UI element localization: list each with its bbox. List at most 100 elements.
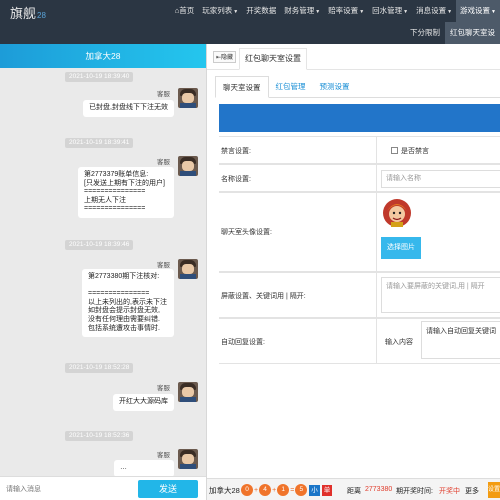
mute-setting-value: 是否禁言 (377, 137, 500, 163)
avatar-setting-label-text: 聊天室头像设置: (221, 229, 272, 236)
room-name: 加拿大28 (209, 486, 240, 495)
message-sender: 客服 (157, 262, 170, 269)
filter-keywords-textarea[interactable]: 请输入要屏蔽的关键词,用 | 隔开 (381, 277, 500, 313)
settings-button[interactable]: 设置 (488, 482, 500, 498)
chat-title: 加拿大28 (0, 44, 206, 68)
avatar-setting-value: 选择图片 (377, 193, 500, 271)
subnav-redpacket-chat[interactable]: 红包聊天室设 (445, 22, 500, 44)
result-operator: + (254, 486, 259, 494)
brand-version: 28 (37, 11, 46, 20)
message-sender: 客服 (157, 159, 170, 166)
message-timestamp: 2021-10-19 18:39:41 (65, 138, 134, 148)
nav-odds[interactable]: 赔率设置▼ (324, 0, 368, 22)
message-sender: 客服 (157, 91, 170, 98)
chat-message-input[interactable] (6, 481, 126, 497)
caret-down-icon: ▼ (359, 9, 365, 15)
autoreply-setting-value: 输入内容 请输入自动回复关键词 (377, 319, 500, 363)
sub-nav: 下分限制 红包聊天室设 (405, 22, 500, 44)
autoreply-setting-row: 自动回复设置: 输入内容 请输入自动回复关键词 (219, 318, 500, 364)
nickname-input[interactable]: 请输入名称 (381, 170, 500, 188)
autoreply-setting-label: 自动回复设置: (219, 319, 377, 363)
page-tab-redpacket-chat[interactable]: 红包聊天室设置 (239, 48, 307, 70)
mute-setting-row: 禁言设置: 是否禁言 (219, 136, 500, 164)
nav-messages[interactable]: 消息设置▼ (412, 0, 456, 22)
nav-home-label: 首页 (179, 6, 195, 15)
chat-messages[interactable]: 2021-10-19 18:39:40 客服 已封盘,封盘线下下注无效 2021… (0, 68, 206, 476)
settings-panel: ⇤隐藏 红包聊天室设置 聊天室设置 红包管理 预测设置 禁言设置: 是否禁言 名… (207, 44, 500, 500)
result-ball: 0 (241, 484, 253, 496)
message-bubble: 开红大大源码库 (113, 394, 174, 411)
tab-redpacket-management[interactable]: 红包管理 (269, 76, 313, 98)
message-sender: 客服 (157, 452, 170, 459)
send-button[interactable]: 发送 (138, 480, 198, 498)
tab-prediction-settings[interactable]: 预测设置 (313, 76, 357, 98)
last-draw-result: 0 + 4 + 1 = 5 小 单 (241, 484, 333, 496)
nav-finance-label: 财务管理 (284, 6, 315, 15)
result-sum-ball: 5 (295, 484, 308, 496)
avatar (178, 449, 198, 469)
mute-setting-label: 禁言设置: (219, 137, 377, 163)
mute-setting-label-text: 禁言设置: (221, 148, 251, 155)
result-ball: 4 (259, 484, 272, 496)
tab-chatroom-settings[interactable]: 聊天室设置 (215, 76, 269, 98)
avatar (178, 259, 198, 279)
autoreply-keyword-input[interactable]: 请输入自动回复关键词 (421, 321, 500, 359)
caret-down-icon: ▼ (491, 9, 496, 15)
hide-sidebar-button[interactable]: ⇤隐藏 (213, 51, 237, 63)
form-header-bar (219, 104, 500, 132)
nav-finance[interactable]: 财务管理▼ (280, 0, 324, 22)
nickname-setting-row: 名称设置: 请输入名称 (219, 164, 500, 192)
page-tab-bar: ⇤隐藏 红包聊天室设置 (207, 44, 500, 70)
result-tag-odd: 单 (321, 484, 333, 496)
nav-rebate[interactable]: 回水管理▼ (368, 0, 412, 22)
sub-navbar: 下分限制 红包聊天室设 (0, 22, 500, 44)
nav-lottery-data[interactable]: 开奖数据 (242, 0, 280, 22)
avatar-setting-row: 聊天室头像设置: 选择图片 (219, 192, 500, 272)
nav-home[interactable]: ⌂首页 (171, 0, 199, 22)
result-operator: = (290, 486, 295, 494)
avatar (178, 156, 198, 176)
draw-state: 开奖中 (439, 488, 460, 495)
message-bubble: 已封盘,封盘线下下注无效 (83, 100, 174, 117)
nav-odds-label: 赔率设置 (328, 6, 359, 15)
filter-setting-value: 请输入要屏蔽的关键词,用 | 隔开 (377, 273, 500, 317)
brand-name: 旗舰 (10, 6, 37, 21)
autoreply-input-label: 输入内容 (385, 339, 413, 346)
result-ball: 1 (277, 484, 290, 496)
subnav-withdraw-limit[interactable]: 下分限制 (405, 22, 445, 44)
message-timestamp: 2021-10-19 18:39:46 (65, 240, 134, 250)
filter-setting-label-text: 屏蔽设置、关键词用 | 隔开: (221, 293, 306, 300)
avatar-setting-label: 聊天室头像设置: (219, 193, 377, 271)
message-timestamp: 2021-10-19 18:52:28 (65, 363, 134, 373)
nav-messages-label: 消息设置 (416, 6, 447, 15)
nav-lottery-data-label: 开奖数据 (246, 6, 277, 15)
result-tag-small: 小 (309, 484, 320, 496)
nav-players-label: 玩家列表 (202, 6, 233, 15)
message-bubble: 第2773379账单信息: [只发送上期有下注的用户] ============… (78, 167, 174, 218)
more-link[interactable]: 更多 (465, 486, 479, 496)
chat-panel: 加拿大28 2021-10-19 18:39:40 客服 已封盘,封盘线下下注无… (0, 44, 207, 500)
message-sender: 客服 (157, 385, 170, 392)
nav-players[interactable]: 玩家列表▼ (198, 0, 242, 22)
result-operator: + (272, 486, 277, 494)
top-navbar: 旗舰28 ⌂首页 玩家列表▼ 开奖数据 财务管理▼ 赔率设置▼ 回水管理▼ 消息… (0, 0, 500, 22)
mute-checkbox[interactable] (391, 147, 398, 154)
message-timestamp: 2021-10-19 18:52:36 (65, 431, 134, 441)
autoreply-setting-label-text: 自动回复设置: (221, 339, 265, 346)
nav-rebate-label: 回水管理 (372, 6, 403, 15)
caret-down-icon: ▼ (315, 9, 321, 15)
main-nav: ⌂首页 玩家列表▼ 开奖数据 财务管理▼ 赔率设置▼ 回水管理▼ 消息设置▼ 游… (171, 0, 500, 22)
hide-sidebar-label: 隐藏 (221, 55, 234, 61)
caret-down-icon: ▼ (447, 9, 453, 15)
nav-game-settings[interactable]: 游戏设置▼ (456, 0, 500, 22)
choose-image-button[interactable]: 选择图片 (381, 237, 421, 259)
avatar (178, 88, 198, 108)
nickname-setting-label: 名称设置: (219, 165, 377, 191)
message-bubble: … (114, 460, 174, 476)
mute-checkbox-label: 是否禁言 (401, 148, 429, 155)
nav-game-settings-label: 游戏设置 (460, 6, 491, 15)
brand-logo[interactable]: 旗舰28 (10, 3, 46, 22)
filter-setting-label: 屏蔽设置、关键词用 | 隔开: (219, 273, 377, 317)
period-number: 2773380 (365, 486, 393, 493)
settings-tabs: 聊天室设置 红包管理 预测设置 (215, 76, 500, 98)
